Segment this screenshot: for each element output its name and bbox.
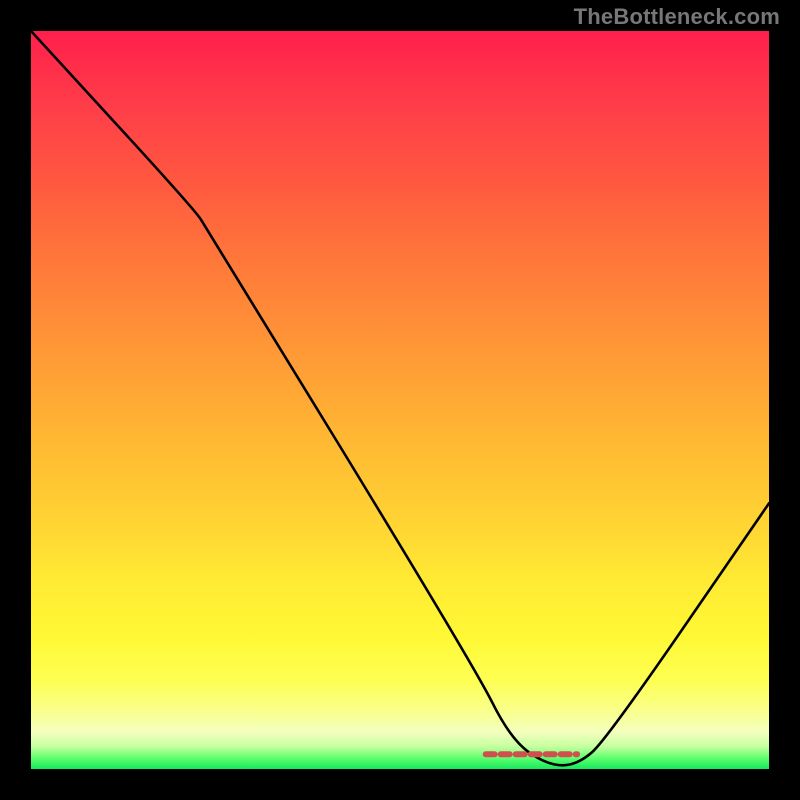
chart-curve bbox=[31, 31, 769, 769]
chart-background-gradient bbox=[31, 31, 769, 769]
chart-frame: TheBottleneck.com bbox=[0, 0, 800, 800]
bottleneck-curve-path bbox=[31, 31, 769, 765]
watermark-text: TheBottleneck.com bbox=[574, 4, 780, 30]
